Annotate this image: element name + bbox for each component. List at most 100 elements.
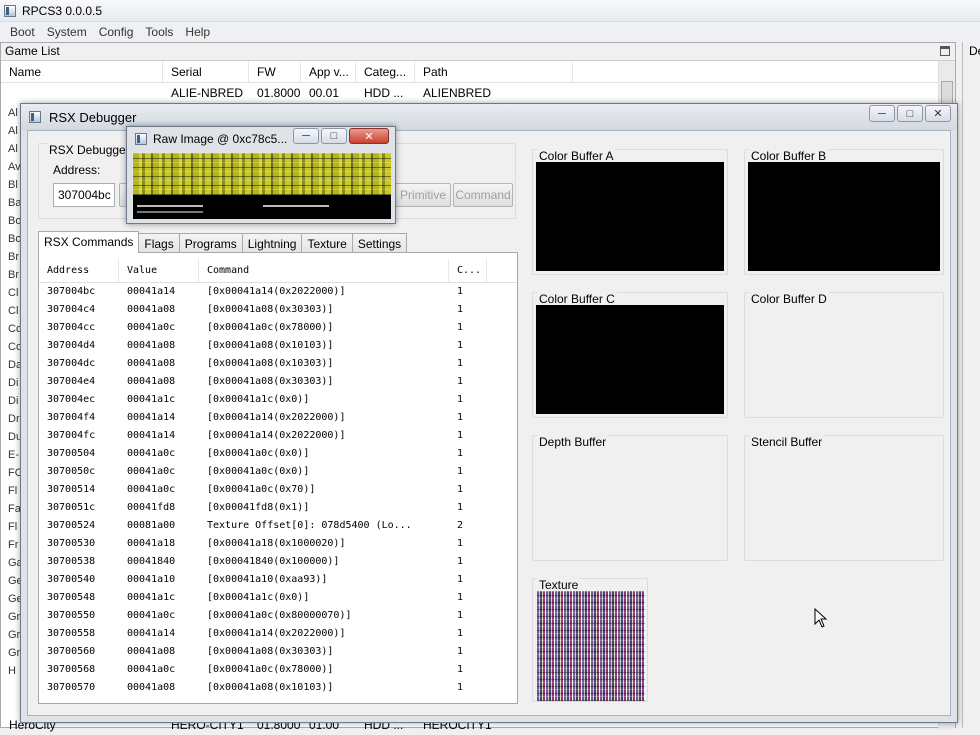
- rsx-window-icon: [29, 111, 41, 123]
- menu-boot[interactable]: Boot: [4, 25, 41, 39]
- table-row[interactable]: 30700570 00041a08 [0x00041a08(0x10103)] 1: [39, 679, 517, 697]
- tab-rsx-commands[interactable]: RSX Commands: [38, 231, 140, 253]
- color-buffer-c-image[interactable]: [536, 305, 724, 414]
- table-row[interactable]: 307004cc 00041a0c [0x00041a0c(0x78000)] 1: [39, 319, 517, 337]
- row-count: 1: [457, 304, 464, 315]
- table-row[interactable]: 3070050c 00041a0c [0x00041a0c(0x0)] 1: [39, 463, 517, 481]
- address-input[interactable]: 307004bc: [53, 183, 115, 207]
- table-row[interactable]: 30700548 00041a1c [0x00041a1c(0x0)] 1: [39, 589, 517, 607]
- color-buffer-b-image[interactable]: [748, 162, 940, 271]
- texture-title: Texture: [537, 578, 581, 592]
- row-command: [0x00041a18(0x1000020)]: [207, 538, 346, 549]
- table-row[interactable]: 30700540 00041a10 [0x00041a10(0xaa93)] 1: [39, 571, 517, 589]
- dock-float-icon[interactable]: [940, 46, 950, 56]
- row-command: [0x00041a0c(0x78000)]: [207, 322, 334, 333]
- command-button[interactable]: Command: [453, 183, 513, 207]
- raw-image-title: Raw Image @ 0xc78c5...: [153, 132, 288, 146]
- row-command: [0x00041a0c(0x0)]: [207, 448, 310, 459]
- table-row[interactable]: 307004c4 00041a08 [0x00041a08(0x30303)] 1: [39, 301, 517, 319]
- row-address: 30700530: [47, 538, 96, 549]
- row-command: [0x00041a08(0x30303)]: [207, 376, 334, 387]
- col-app-version[interactable]: App v...: [301, 61, 356, 82]
- col-serial[interactable]: Serial: [163, 61, 249, 82]
- close-button[interactable]: ✕: [925, 105, 951, 122]
- menu-config[interactable]: Config: [93, 25, 140, 39]
- row-address: 307004d4: [47, 340, 96, 351]
- texture-image[interactable]: [537, 591, 645, 701]
- col-path[interactable]: Path: [415, 61, 573, 82]
- row-command: [0x00041a0c(0x0)]: [207, 466, 310, 477]
- table-row[interactable]: 30700504 00041a0c [0x00041a0c(0x0)] 1: [39, 445, 517, 463]
- row-value: 00041a14: [127, 286, 176, 297]
- row-value: 00041a08: [127, 340, 176, 351]
- table-row[interactable]: 30700530 00041a18 [0x00041a18(0x1000020)] 1: [39, 535, 517, 553]
- right-dock: De: [962, 42, 980, 728]
- row-address: 307004e4: [47, 376, 96, 387]
- table-row[interactable]: 307004fc 00041a14 [0x00041a14(0x2022000)] 1: [39, 427, 517, 445]
- raw-image-preview[interactable]: [133, 153, 391, 219]
- table-row[interactable]: 307004e4 00041a08 [0x00041a08(0x30303)] 1: [39, 373, 517, 391]
- color-buffer-b-title: Color Buffer B: [749, 149, 829, 163]
- row-value: 00041840: [127, 556, 176, 567]
- table-row[interactable]: 30700560 00041a08 [0x00041a08(0x30303)] 1: [39, 643, 517, 661]
- row-count: 1: [457, 394, 464, 405]
- table-row[interactable]: 307004d4 00041a08 [0x00041a08(0x10103)] 1: [39, 337, 517, 355]
- color-buffer-a: Color Buffer A: [532, 149, 728, 275]
- col-address[interactable]: Address: [39, 259, 119, 282]
- menu-tools[interactable]: Tools: [139, 25, 179, 39]
- row-command: [0x00041a14(0x2022000)]: [207, 412, 346, 423]
- col-command[interactable]: Command: [199, 259, 449, 282]
- main-title-bar: RPCS3 0.0.0.5: [0, 0, 980, 22]
- row-count: 2: [457, 520, 464, 531]
- col-name[interactable]: Name: [1, 61, 163, 82]
- row-command: [0x00041a14(0x2022000)]: [207, 628, 346, 639]
- col-fw[interactable]: FW: [249, 61, 301, 82]
- table-row[interactable]: ALIE-NBRED 01.8000 00.01 HDD ... ALIENBR…: [1, 83, 955, 103]
- table-row[interactable]: 307004bc 00041a14 [0x00041a14(0x2022000)] 1: [39, 283, 517, 301]
- table-row[interactable]: 307004dc 00041a08 [0x00041a08(0x10303)] 1: [39, 355, 517, 373]
- row-address: 3070051c: [47, 502, 96, 513]
- maximize-button[interactable]: □: [897, 105, 923, 122]
- table-row[interactable]: 30700514 00041a0c [0x00041a0c(0x70)] 1: [39, 481, 517, 499]
- table-row[interactable]: 307004ec 00041a1c [0x00041a1c(0x0)] 1: [39, 391, 517, 409]
- row-count: 1: [457, 358, 464, 369]
- row-count: 1: [457, 502, 464, 513]
- row-value: 00041a14: [127, 628, 176, 639]
- raw-image-window: Raw Image @ 0xc78c5... ─ □ ✕: [126, 126, 396, 224]
- table-row[interactable]: 30700524 00081a00 Texture Offset[0]: 078d5…: [39, 517, 517, 535]
- col-count[interactable]: C...: [449, 259, 487, 282]
- raw-maximize-button[interactable]: □: [321, 128, 347, 144]
- menu-system[interactable]: System: [41, 25, 93, 39]
- primitive-button[interactable]: Primitive: [395, 183, 451, 207]
- row-address: 30700570: [47, 682, 96, 693]
- row-command: [0x00041a1c(0x0)]: [207, 394, 310, 405]
- main-window-title: RPCS3 0.0.0.5: [22, 3, 103, 18]
- table-row[interactable]: 30700538 00041840 [0x00041840(0x100000)] 1: [39, 553, 517, 571]
- table-row[interactable]: 30700568 00041a0c [0x00041a0c(0x78000)] 1: [39, 661, 517, 679]
- table-row[interactable]: 30700558 00041a14 [0x00041a14(0x2022000)] 1: [39, 625, 517, 643]
- table-row[interactable]: 307004f4 00041a14 [0x00041a14(0x2022000)] 1: [39, 409, 517, 427]
- right-dock-label: De: [969, 44, 980, 58]
- color-buffer-a-image[interactable]: [536, 162, 724, 271]
- menu-help[interactable]: Help: [179, 25, 216, 39]
- row-value: 00041a0c: [127, 484, 176, 495]
- row-address: 307004fc: [47, 430, 96, 441]
- row-address: 307004cc: [47, 322, 96, 333]
- col-value[interactable]: Value: [119, 259, 199, 282]
- row-count: 1: [457, 322, 464, 333]
- raw-minimize-button[interactable]: ─: [293, 128, 319, 144]
- row-address: 30700550: [47, 610, 96, 621]
- row-value: 00041a08: [127, 376, 176, 387]
- rpcs3-app-icon: [4, 4, 16, 17]
- row-address: 307004c4: [47, 304, 96, 315]
- raw-close-button[interactable]: ✕: [349, 128, 389, 144]
- commands-list[interactable]: 307004bc 00041a14 [0x00041a14(0x2022000)] 1…: [39, 283, 517, 697]
- minimize-button[interactable]: ─: [869, 105, 895, 122]
- color-buffer-a-title: Color Buffer A: [537, 149, 616, 163]
- table-row[interactable]: 30700550 00041a0c [0x00041a0c(0x80000070)]…: [39, 607, 517, 625]
- menu-bar: Boot System Config Tools Help: [0, 22, 980, 42]
- row-command: [0x00041a14(0x2022000)]: [207, 430, 346, 441]
- row-command: [0x00041a08(0x10103)]: [207, 340, 334, 351]
- table-row[interactable]: 3070051c 00041fd8 [0x00041fd8(0x1)] 1: [39, 499, 517, 517]
- col-category[interactable]: Categ...: [356, 61, 415, 82]
